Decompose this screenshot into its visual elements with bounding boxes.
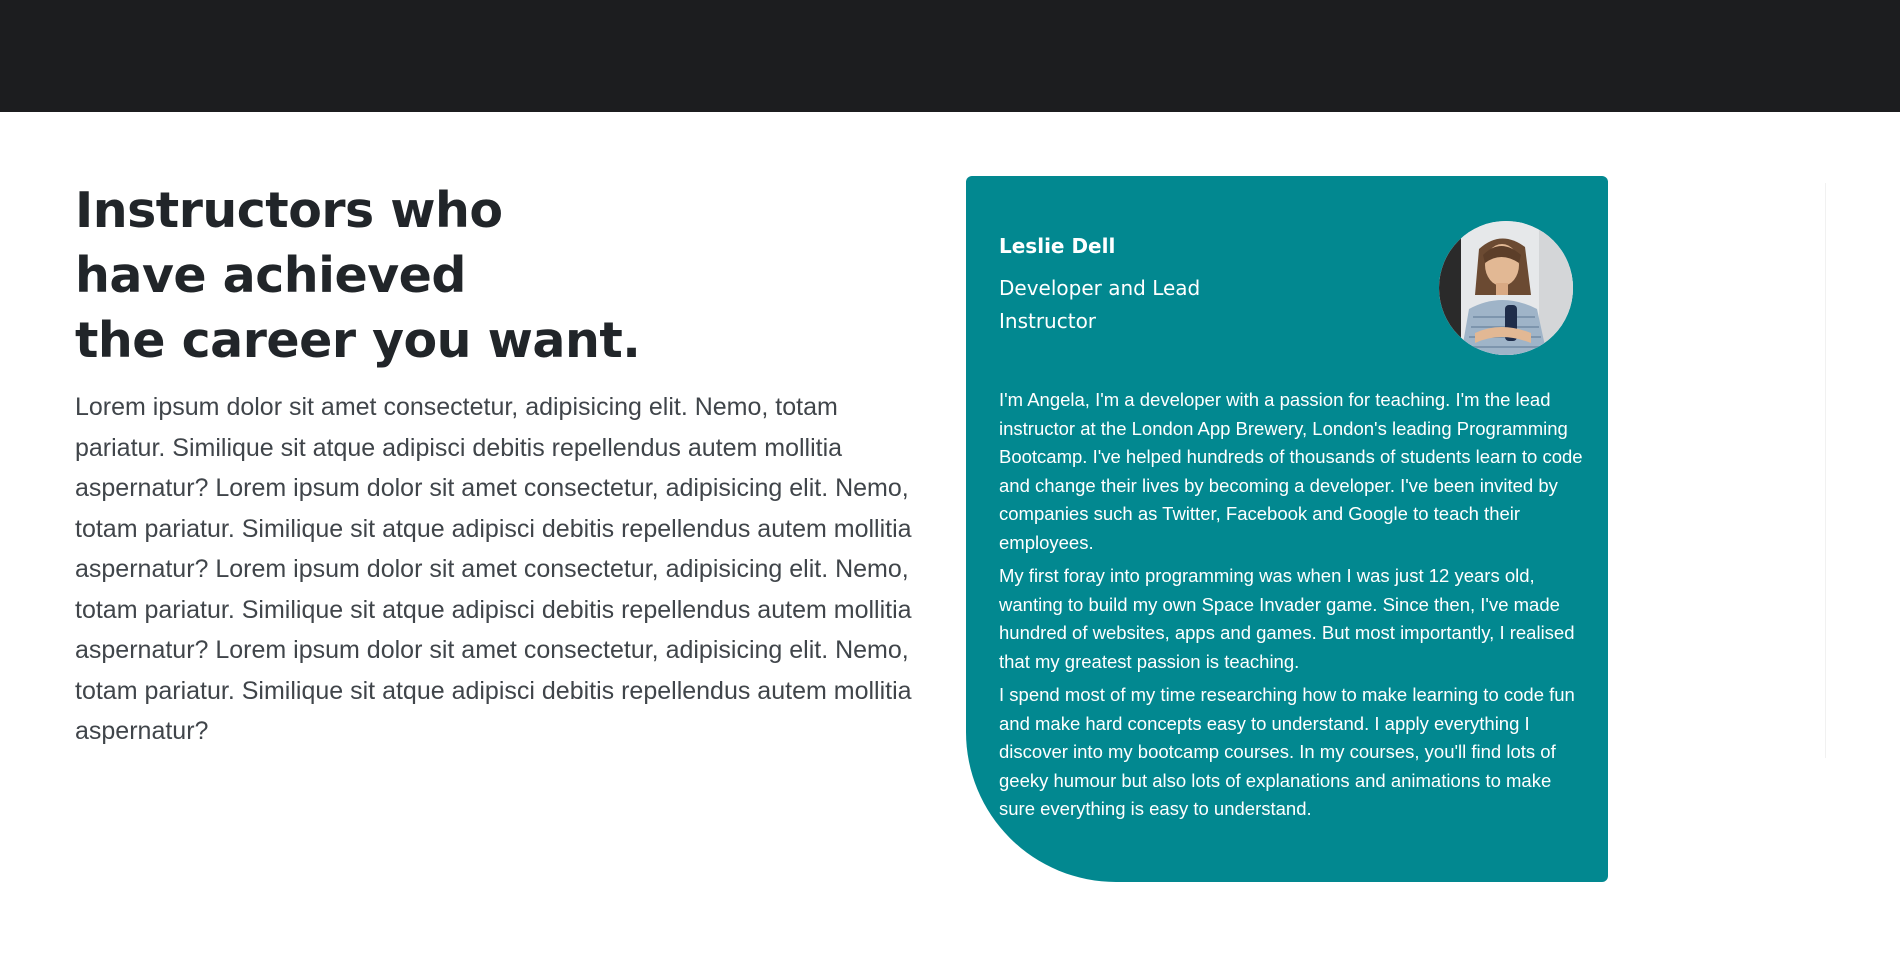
bio-paragraph: My first foray into programming was when… <box>999 565 1575 672</box>
page-title: Instructors who have achieved the career… <box>75 178 935 373</box>
divider <box>1825 183 1826 758</box>
top-navbar <box>0 0 1900 112</box>
bio-paragraph: I spend most of my time researching how … <box>999 684 1575 819</box>
intro-paragraph: Lorem ipsum dolor sit amet consectetur, … <box>75 393 912 745</box>
bio-paragraph: I'm Angela, I'm a developer with a passi… <box>999 389 1583 553</box>
avatar-photo-icon <box>1439 221 1573 355</box>
avatar <box>1439 221 1573 355</box>
instructor-name: Leslie Dell <box>999 234 1116 258</box>
intro-section: Instructors who have achieved the career… <box>75 178 935 752</box>
page-title-line: the career you want. <box>75 312 641 369</box>
instructor-bio: I'm Angela, I'm a developer with a passi… <box>999 386 1584 829</box>
page-title-line: Instructors who <box>75 182 503 239</box>
instructor-role: Developer and Lead Instructor <box>999 276 1201 333</box>
instructor-card: Leslie Dell Developer and Lead Instructo… <box>966 176 1608 882</box>
page-title-line: have achieved <box>75 247 466 304</box>
